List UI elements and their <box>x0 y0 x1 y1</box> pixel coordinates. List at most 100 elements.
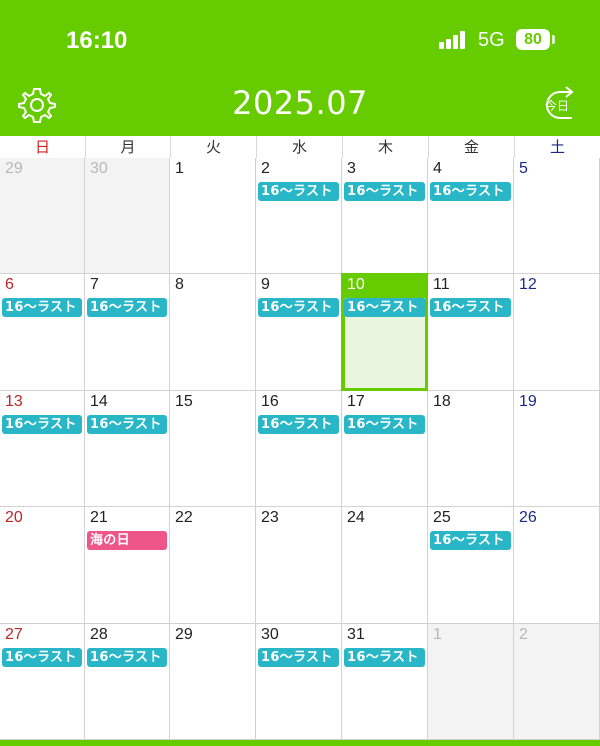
day-number: 31 <box>347 626 365 643</box>
battery-tip <box>552 35 555 44</box>
event-chip[interactable]: 16〜ラスト <box>87 298 167 317</box>
day-cell[interactable]: 15 <box>170 391 256 507</box>
event-chip[interactable]: 16〜ラスト <box>344 182 425 201</box>
day-number: 25 <box>433 509 451 526</box>
day-cell[interactable]: 8 <box>170 274 256 391</box>
day-cell[interactable]: 6 16〜ラスト <box>0 274 85 391</box>
day-number: 8 <box>175 276 184 293</box>
event-chip[interactable]: 16〜ラスト <box>344 415 425 434</box>
event-chip[interactable]: 16〜ラスト <box>258 182 339 201</box>
day-number: 7 <box>90 276 99 293</box>
day-number: 12 <box>519 276 537 293</box>
day-cell[interactable]: 29 <box>0 158 85 274</box>
weekday-thu: 木 <box>342 136 428 158</box>
day-number: 29 <box>5 160 23 177</box>
day-number: 28 <box>90 626 108 643</box>
day-cell[interactable]: 13 16〜ラスト <box>0 391 85 507</box>
day-number: 24 <box>347 509 365 526</box>
day-number: 30 <box>261 626 279 643</box>
weekday-mon: 月 <box>85 136 170 158</box>
status-time: 16:10 <box>66 27 128 54</box>
day-cell[interactable]: 17 16〜ラスト <box>342 391 428 507</box>
day-number: 9 <box>261 276 270 293</box>
day-cell[interactable]: 3 16〜ラスト <box>342 158 428 274</box>
day-number: 29 <box>175 626 193 643</box>
day-cell[interactable]: 31 16〜ラスト <box>342 624 428 740</box>
event-chip[interactable]: 16〜ラスト <box>87 415 167 434</box>
day-number: 19 <box>519 393 537 410</box>
day-cell[interactable]: 1 <box>428 624 514 740</box>
day-cell[interactable]: 16 16〜ラスト <box>256 391 342 507</box>
day-cell[interactable]: 14 16〜ラスト <box>85 391 170 507</box>
event-chip[interactable]: 16〜ラスト <box>430 298 511 317</box>
day-number: 20 <box>5 509 23 526</box>
day-cell[interactable]: 11 16〜ラスト <box>428 274 514 391</box>
event-chip[interactable]: 16〜ラスト <box>344 648 425 667</box>
today-label: 今日 <box>545 99 570 113</box>
day-cell[interactable]: 28 16〜ラスト <box>85 624 170 740</box>
day-number: 13 <box>5 393 23 410</box>
weekday-tue: 火 <box>170 136 256 158</box>
day-cell[interactable]: 2 16〜ラスト <box>256 158 342 274</box>
day-number: 2 <box>261 160 270 177</box>
day-cell[interactable]: 10 16〜ラスト <box>342 274 428 391</box>
day-cell[interactable]: 22 <box>170 507 256 624</box>
month-title: 2025.07 <box>232 84 368 122</box>
day-cell[interactable]: 24 <box>342 507 428 624</box>
event-chip[interactable]: 16〜ラスト <box>430 531 511 550</box>
day-number: 26 <box>519 509 537 526</box>
day-number: 1 <box>433 626 442 643</box>
today-button[interactable]: 今日 <box>540 84 584 128</box>
day-number: 3 <box>347 160 356 177</box>
network-label: 5G <box>478 29 505 51</box>
app-header: 16:10 5G 80 2025.07 今日 <box>0 0 600 136</box>
calendar-grid: 29 30 1 2 16〜ラスト 3 16〜ラスト 4 16〜ラスト 5 6 16〜ラスト 7 16〜ラス… <box>0 158 600 740</box>
event-chip[interactable]: 16〜ラスト <box>2 298 82 317</box>
day-cell[interactable]: 12 <box>514 274 600 391</box>
event-chip[interactable]: 16〜ラスト <box>258 415 339 434</box>
signal-icon <box>439 31 469 49</box>
day-cell[interactable]: 23 <box>256 507 342 624</box>
day-cell[interactable]: 4 16〜ラスト <box>428 158 514 274</box>
day-cell[interactable]: 30 16〜ラスト <box>256 624 342 740</box>
day-number: 5 <box>519 160 528 177</box>
day-number: 15 <box>175 393 193 410</box>
day-cell[interactable]: 21 海の日 <box>85 507 170 624</box>
day-number: 4 <box>433 160 442 177</box>
bottom-bar <box>0 740 600 746</box>
event-chip[interactable]: 16〜ラスト <box>344 298 426 317</box>
event-chip[interactable]: 16〜ラスト <box>2 415 82 434</box>
day-number: 17 <box>347 393 365 410</box>
weekday-sun: 日 <box>34 138 50 156</box>
day-cell[interactable]: 5 <box>514 158 600 274</box>
day-cell[interactable]: 18 <box>428 391 514 507</box>
day-number: 14 <box>90 393 108 410</box>
day-number: 1 <box>175 160 184 177</box>
event-chip[interactable]: 16〜ラスト <box>430 182 511 201</box>
day-number: 23 <box>261 509 279 526</box>
day-cell[interactable]: 29 <box>170 624 256 740</box>
event-chip[interactable]: 海の日 <box>87 531 167 550</box>
day-cell[interactable]: 7 16〜ラスト <box>85 274 170 391</box>
weekday-header: 日 月 火 水 木 金 土 <box>0 136 600 159</box>
day-cell[interactable]: 25 16〜ラスト <box>428 507 514 624</box>
weekday-sat: 土 <box>514 136 600 158</box>
day-number: 11 <box>433 276 450 293</box>
day-cell[interactable]: 2 <box>514 624 600 740</box>
event-chip[interactable]: 16〜ラスト <box>258 648 339 667</box>
weekday-fri: 金 <box>428 136 514 158</box>
event-chip[interactable]: 16〜ラスト <box>2 648 82 667</box>
day-number: 27 <box>5 626 23 643</box>
day-cell[interactable]: 27 16〜ラスト <box>0 624 85 740</box>
day-number: 2 <box>519 626 528 643</box>
day-cell[interactable]: 1 <box>170 158 256 274</box>
day-cell[interactable]: 9 16〜ラスト <box>256 274 342 391</box>
event-chip[interactable]: 16〜ラスト <box>258 298 339 317</box>
day-cell[interactable]: 19 <box>514 391 600 507</box>
day-number: 30 <box>90 160 108 177</box>
weekday-wed: 水 <box>256 136 342 158</box>
day-cell[interactable]: 26 <box>514 507 600 624</box>
day-cell[interactable]: 30 <box>85 158 170 274</box>
day-cell[interactable]: 20 <box>0 507 85 624</box>
event-chip[interactable]: 16〜ラスト <box>87 648 167 667</box>
